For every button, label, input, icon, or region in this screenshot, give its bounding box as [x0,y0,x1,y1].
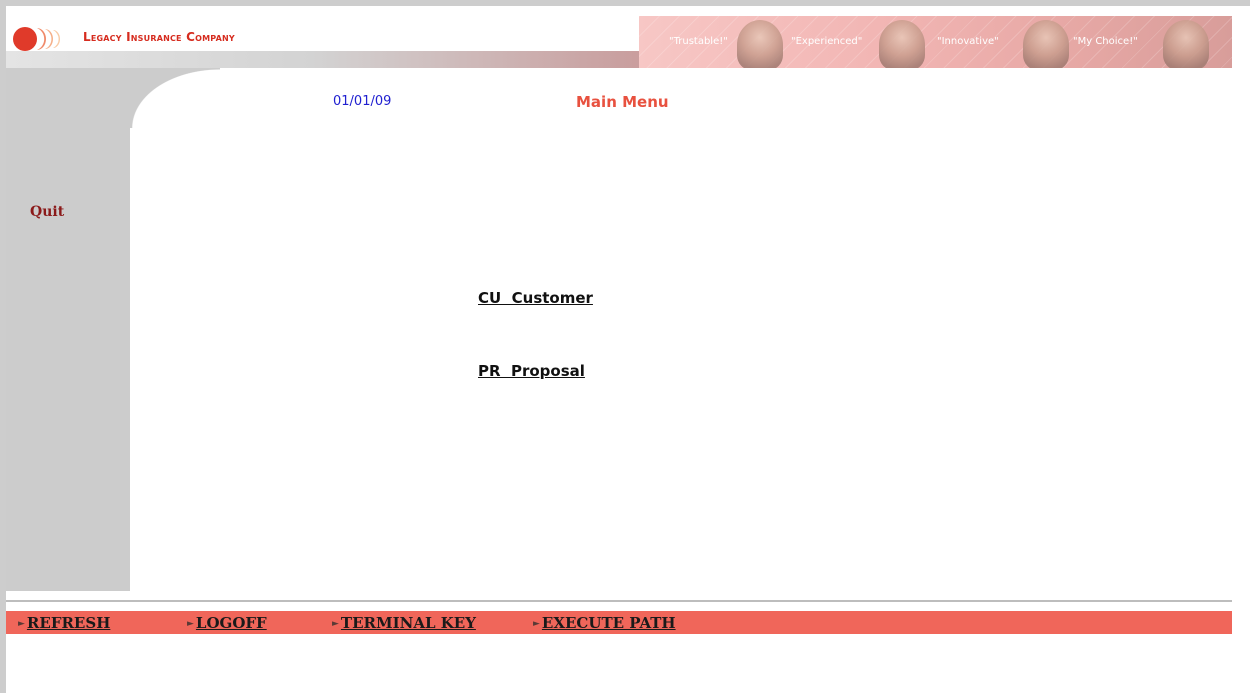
slogan-banner: "Trustable!" "Experienced" "Innovative" … [639,16,1232,68]
sidebar-curve [130,68,220,128]
logoff-label: LOGOFF [195,614,267,632]
slogan-text: "My Choice!" [1073,36,1138,47]
menu-item-proposal[interactable]: PR Proposal [478,362,585,380]
terminal-key-label: TERMINAL KEY [340,614,476,632]
slogan-text: "Trustable!" [669,36,728,47]
portrait-image [1163,20,1209,68]
slogan-text: "Innovative" [937,36,999,47]
triangle-right-icon: ► [332,619,339,629]
refresh-label: REFRESH [26,614,111,632]
banner-pattern [639,16,1232,68]
divider [6,600,1232,602]
terminal-key-link[interactable]: ► TERMINAL KEY [332,614,476,632]
refresh-link[interactable]: ► REFRESH [18,614,110,632]
execute-path-link[interactable]: ► EXECUTE PATH [533,614,676,632]
quit-link[interactable]: Quit [30,204,64,220]
portrait-image [737,20,783,68]
triangle-right-icon: ► [533,619,540,629]
action-bar: ► REFRESH ► LOGOFF ► TERMINAL KEY ► EXECUTE … [6,611,1232,634]
portrait-image [879,20,925,68]
sidebar [6,68,130,591]
page-title: Main Menu [576,93,669,111]
execute-path-label: EXECUTE PATH [541,614,676,632]
portrait-image [1023,20,1069,68]
slogan-text: "Experienced" [791,36,863,47]
triangle-right-icon: ► [187,619,194,629]
menu-item-customer[interactable]: CU Customer [478,289,593,307]
header-banner: Legacy Insurance Company "Trustable!" "E… [6,6,1232,68]
triangle-right-icon: ► [18,619,25,629]
logoff-link[interactable]: ► LOGOFF [187,614,267,632]
date-display: 01/01/09 [333,94,392,109]
logo-icon [13,27,60,51]
company-name: Legacy Insurance Company [83,30,235,44]
